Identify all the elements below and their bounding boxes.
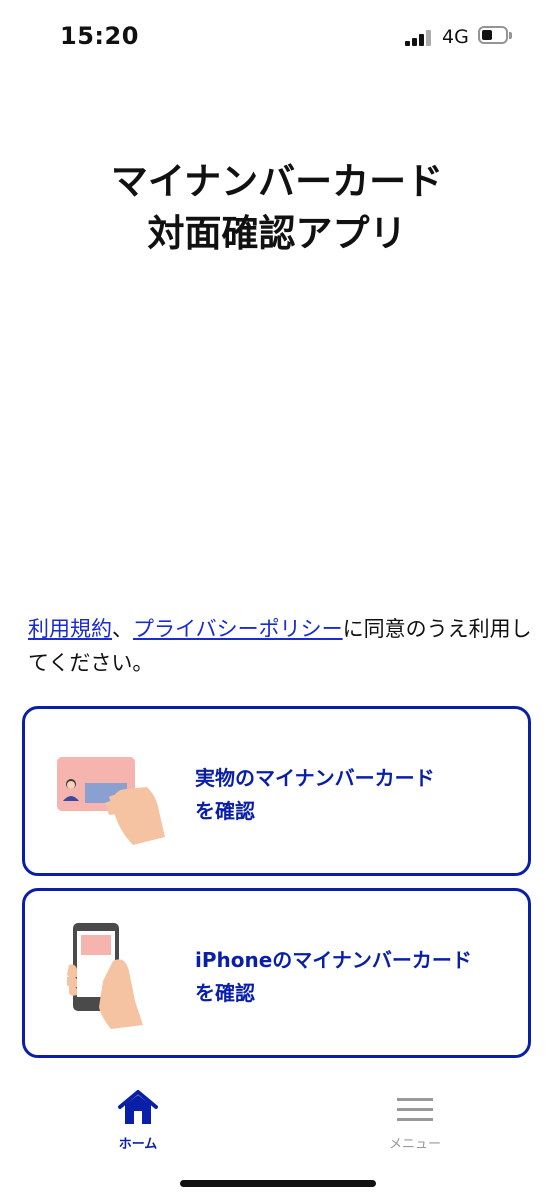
- status-bar: 15:20 4G: [0, 0, 554, 80]
- terms-link[interactable]: 利用規約: [28, 617, 112, 641]
- status-time: 15:20: [60, 22, 139, 50]
- menu-icon: [397, 1098, 433, 1121]
- consent-text: 利用規約、プライバシーポリシーに同意のうえ利用してください。: [28, 612, 533, 680]
- tab-home-label: ホーム: [118, 1137, 158, 1152]
- app-title: マイナンバーカード 対面確認アプリ: [0, 156, 554, 260]
- check-physical-card-label: 実物のマイナンバーカード を確認: [195, 766, 435, 823]
- tab-menu[interactable]: メニュー: [355, 1085, 475, 1155]
- app-title-line1: マイナンバーカード: [110, 160, 444, 203]
- tab-home[interactable]: ホーム: [78, 1085, 198, 1155]
- battery-icon: [478, 26, 514, 46]
- check-physical-card-button[interactable]: 実物のマイナンバーカード を確認: [22, 706, 531, 876]
- check-iphone-card-button[interactable]: iPhoneのマイナンバーカード を確認: [22, 888, 531, 1058]
- privacy-policy-link[interactable]: プライバシーポリシー: [133, 617, 343, 641]
- network-type: 4G: [442, 26, 469, 48]
- home-icon: [118, 1090, 158, 1124]
- app-title-line2: 対面確認アプリ: [147, 212, 407, 255]
- check-iphone-card-label: iPhoneのマイナンバーカード を確認: [195, 948, 472, 1005]
- id-card-hand-icon: [57, 757, 165, 845]
- tab-menu-label: メニュー: [388, 1137, 441, 1152]
- consent-separator: 、: [112, 617, 133, 641]
- phone-hand-icon: [67, 923, 143, 1029]
- home-indicator: [180, 1180, 376, 1187]
- signal-icon: [405, 30, 435, 46]
